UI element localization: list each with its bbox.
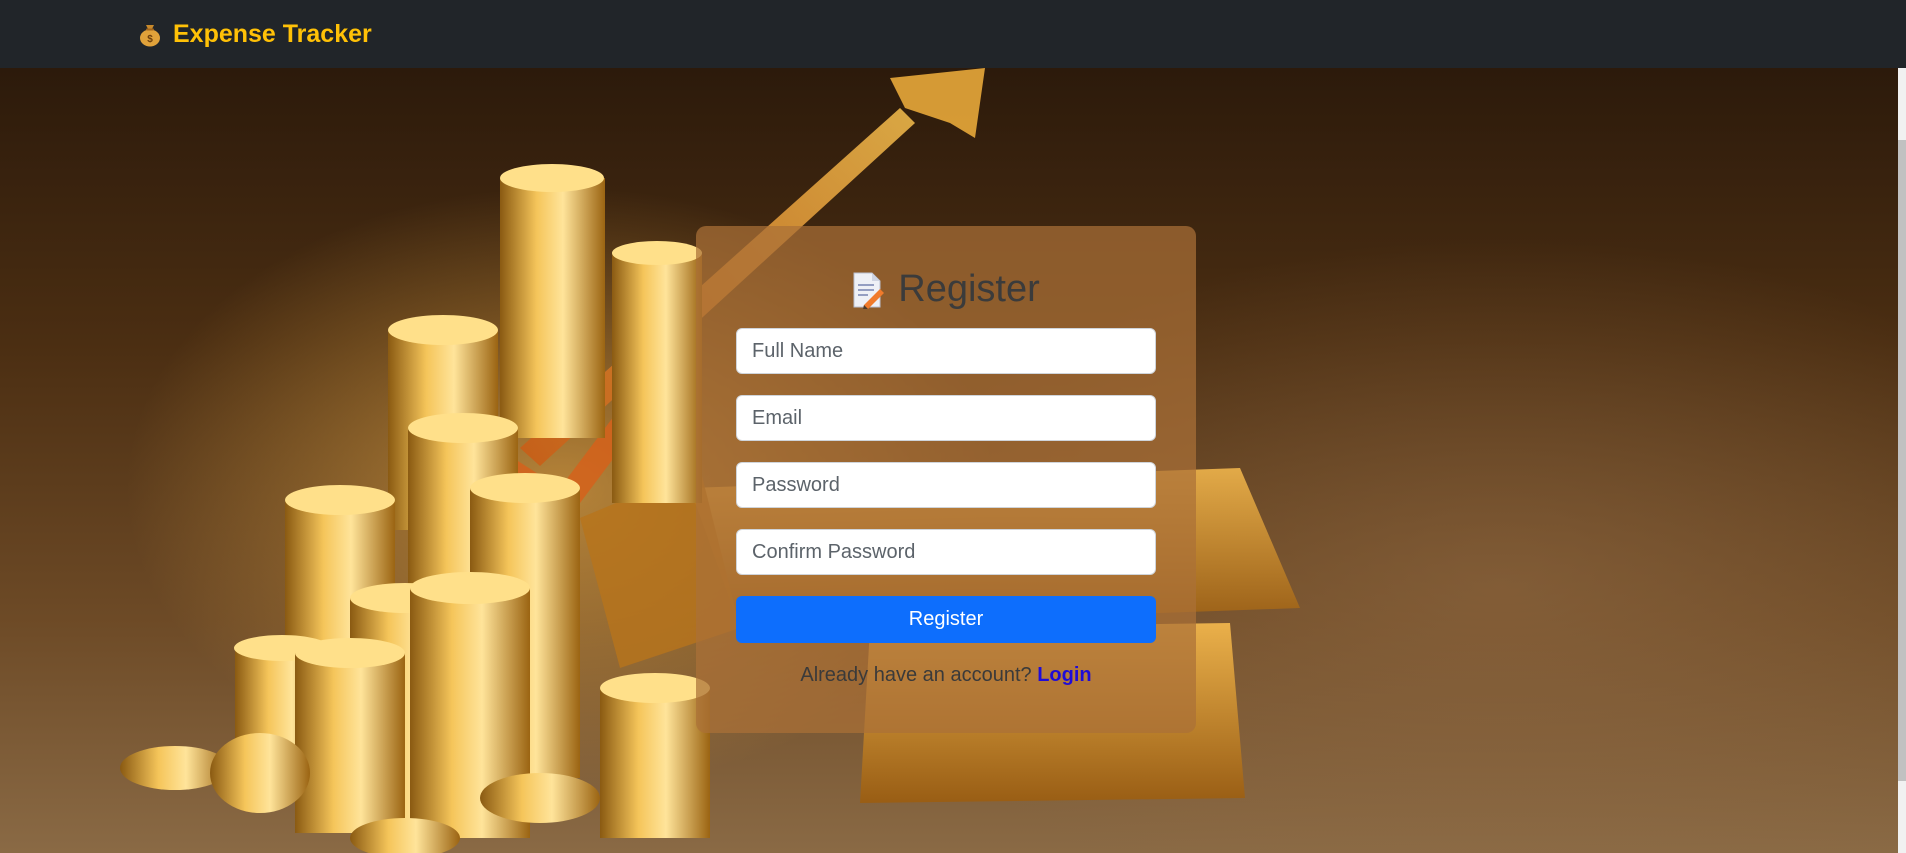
password-field[interactable] bbox=[736, 462, 1156, 508]
login-prompt: Already have an account? Login bbox=[696, 664, 1196, 687]
register-title: Register bbox=[898, 268, 1040, 310]
svg-text:$: $ bbox=[147, 34, 153, 45]
brand-link[interactable]: $ Expense Tracker bbox=[137, 20, 372, 49]
register-button[interactable]: Register bbox=[736, 596, 1156, 643]
brand-name: Expense Tracker bbox=[173, 19, 372, 48]
scrollbar-thumb[interactable] bbox=[1898, 140, 1906, 781]
money-bag-icon: $ bbox=[140, 25, 160, 47]
login-link[interactable]: Login bbox=[1037, 664, 1091, 686]
scrollbar-track[interactable] bbox=[1898, 68, 1906, 853]
register-card: Register Register Already have an accoun… bbox=[696, 226, 1196, 733]
register-heading: Register bbox=[696, 268, 1196, 311]
document-pencil-icon bbox=[853, 272, 885, 309]
login-prompt-text: Already have an account? bbox=[800, 664, 1038, 686]
navbar: $ Expense Tracker bbox=[0, 0, 1906, 68]
confirm-password-field[interactable] bbox=[736, 529, 1156, 575]
hero-background: Register Register Already have an accoun… bbox=[0, 68, 1898, 853]
email-field[interactable] bbox=[736, 395, 1156, 441]
full-name-field[interactable] bbox=[736, 328, 1156, 374]
